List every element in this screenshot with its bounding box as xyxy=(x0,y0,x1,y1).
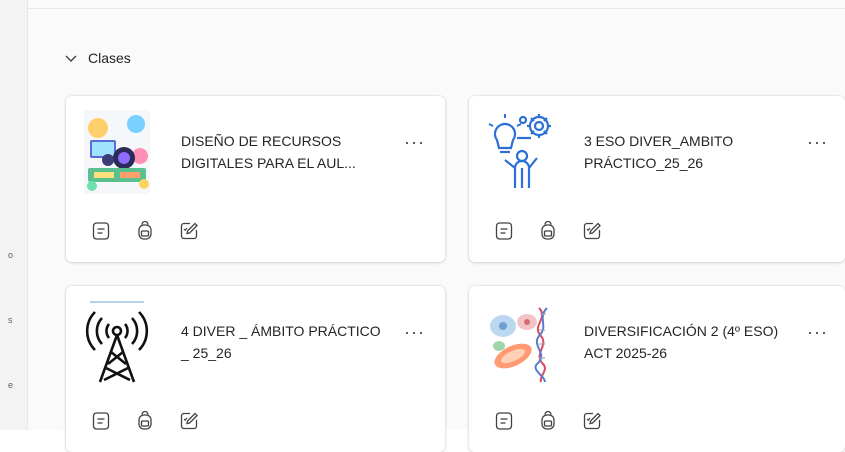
class-title: DISEÑO DE RECURSOS DIGITALES PARA EL AUL… xyxy=(181,133,356,171)
header-divider xyxy=(28,8,845,9)
rail-fragment: e xyxy=(8,380,14,390)
assignments-icon[interactable] xyxy=(178,410,202,434)
notebook-icon[interactable] xyxy=(493,410,517,434)
class-image-ideas-gears xyxy=(487,110,553,194)
class-image-antenna-tower xyxy=(84,300,150,384)
class-image-cells-dna xyxy=(487,300,553,384)
more-options-button[interactable]: ··· xyxy=(404,322,425,343)
assignments-icon[interactable] xyxy=(178,220,202,244)
backpack-icon[interactable] xyxy=(134,410,158,434)
notebook-icon[interactable] xyxy=(493,220,517,244)
backpack-icon[interactable] xyxy=(134,220,158,244)
chevron-down-icon xyxy=(65,55,77,62)
rail-fragment: o xyxy=(8,250,14,260)
notebook-icon[interactable] xyxy=(90,220,114,244)
more-options-button[interactable]: ··· xyxy=(404,132,425,153)
notebook-icon[interactable] xyxy=(90,410,114,434)
class-image-digital-resources xyxy=(84,110,150,194)
rail-fragment: s xyxy=(8,315,13,325)
more-options-button[interactable]: ··· xyxy=(807,322,828,343)
section-title: Clases xyxy=(88,50,131,66)
class-title: 3 ESO DIVER_AMBITO PRÁCTICO_25_26 xyxy=(584,133,734,171)
assignments-icon[interactable] xyxy=(581,410,605,434)
class-card[interactable]: DISEÑO DE RECURSOS DIGITALES PARA EL AUL… xyxy=(66,96,445,262)
app-left-rail: o s e xyxy=(0,0,28,430)
backpack-icon[interactable] xyxy=(537,220,561,244)
more-options-button[interactable]: ··· xyxy=(807,132,828,153)
class-title: DIVERSIFICACIÓN 2 (4º ESO) ACT 2025-26 xyxy=(584,323,779,361)
class-title: 4 DIVER _ ÁMBITO PRÁCTICO _ 25_26 xyxy=(181,323,381,361)
class-card[interactable]: 4 DIVER _ ÁMBITO PRÁCTICO _ 25_26 ··· xyxy=(66,286,445,452)
class-card[interactable]: 3 ESO DIVER_AMBITO PRÁCTICO_25_26 ··· xyxy=(469,96,845,262)
class-card[interactable]: DIVERSIFICACIÓN 2 (4º ESO) ACT 2025-26 ·… xyxy=(469,286,845,452)
backpack-icon[interactable] xyxy=(537,410,561,434)
assignments-icon[interactable] xyxy=(581,220,605,244)
classes-section-toggle[interactable]: Clases xyxy=(64,50,131,66)
